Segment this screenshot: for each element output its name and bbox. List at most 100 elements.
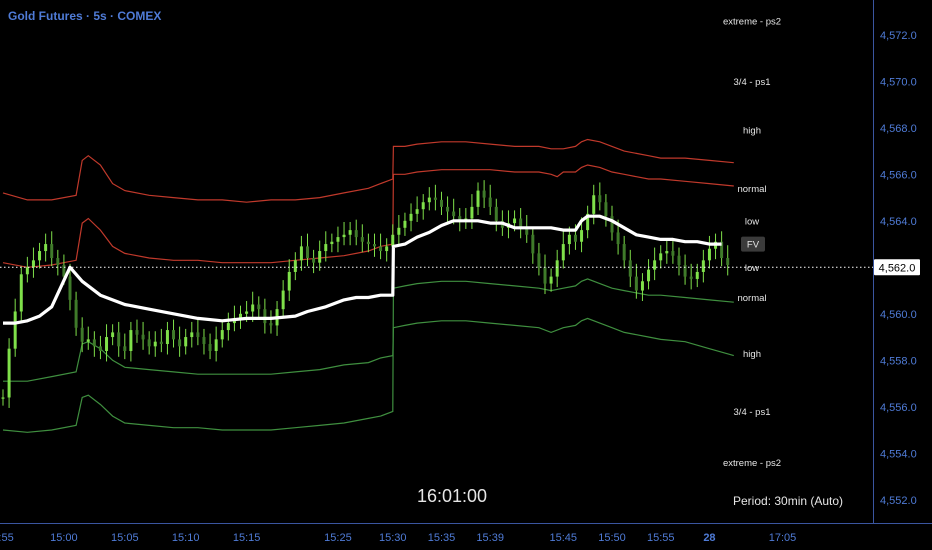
y-tick-label: 4,556.0 xyxy=(880,402,917,414)
x-tick-label: 15:55 xyxy=(647,532,675,544)
candle-body xyxy=(159,341,163,345)
candle-body xyxy=(202,337,206,345)
candle-body xyxy=(415,209,419,214)
candle-body xyxy=(628,260,632,277)
candle-body xyxy=(172,330,176,340)
x-tick-label: 4:55 xyxy=(0,532,14,544)
countdown-clock: 16:01:00 xyxy=(417,486,488,506)
candle-body xyxy=(257,304,261,310)
candle-body xyxy=(701,260,705,272)
band-label-7: high xyxy=(743,349,761,360)
candle-body xyxy=(293,260,297,272)
candle-body xyxy=(580,230,584,242)
candle-body xyxy=(135,330,139,335)
candle-body xyxy=(360,237,364,242)
candle-body xyxy=(306,246,309,259)
candle-body xyxy=(123,346,127,351)
candle-body xyxy=(366,241,370,245)
band-label-9: extreme - ps2 xyxy=(723,458,781,469)
candle-body xyxy=(56,258,60,265)
band-label-4: low xyxy=(745,216,759,227)
y-tick-label: 4,568.0 xyxy=(880,123,917,135)
candle-body xyxy=(561,244,565,261)
candle-body xyxy=(488,197,492,207)
candle-body xyxy=(330,241,334,245)
candle-body xyxy=(342,234,346,238)
candle-body xyxy=(409,213,413,221)
x-tick-label: 17:05 xyxy=(769,532,797,544)
band-label-5: low xyxy=(745,263,759,274)
candle-body xyxy=(671,251,675,256)
band-label-1: 3/4 - ps1 xyxy=(734,77,771,88)
candle-body xyxy=(653,260,657,270)
candle-body xyxy=(427,197,431,203)
chart-background xyxy=(0,0,932,550)
candle-body xyxy=(226,323,230,331)
candle-body xyxy=(336,237,340,242)
candle-body xyxy=(141,334,145,340)
fv-badge: FV xyxy=(741,236,765,252)
candle-body xyxy=(184,337,188,347)
candle-body xyxy=(220,330,224,340)
candle-body xyxy=(403,220,407,228)
x-tick-label: 15:50 xyxy=(598,532,626,544)
x-tick-label: 15:39 xyxy=(476,532,504,544)
y-tick-label: 4,558.0 xyxy=(880,355,917,367)
candle-body xyxy=(726,258,730,265)
last-price-badge: 4,562.0 xyxy=(874,259,920,276)
candle-body xyxy=(74,299,78,328)
candle-body xyxy=(98,346,102,351)
candle-body xyxy=(129,330,133,351)
x-tick-label: 15:10 xyxy=(172,532,200,544)
candle-body xyxy=(312,258,316,263)
candle-body xyxy=(68,276,72,300)
candle-body xyxy=(531,234,535,254)
candle-body xyxy=(421,202,425,210)
candle-body xyxy=(573,234,577,242)
candle-body xyxy=(385,246,389,252)
candle-body xyxy=(543,267,547,284)
band-label-0: extreme - ps2 xyxy=(723,16,781,27)
candle-body xyxy=(324,244,328,252)
candle-body xyxy=(38,251,42,261)
candle-body xyxy=(287,271,291,291)
x-tick-label: 15:25 xyxy=(324,532,352,544)
candle-body xyxy=(433,197,437,200)
candle-body xyxy=(622,244,626,261)
band-label-6: normal xyxy=(737,293,766,304)
candle-body xyxy=(482,190,486,198)
chart-title: Gold Futures · 5s · COMEX xyxy=(8,9,162,23)
period-label: Period: 30min (Auto) xyxy=(733,494,844,508)
candle-body xyxy=(251,304,255,312)
candle-body xyxy=(634,276,638,291)
candle-body xyxy=(50,244,54,259)
candle-body xyxy=(683,264,687,277)
x-tick-label: 15:35 xyxy=(428,532,456,544)
candle-body xyxy=(391,234,395,247)
y-tick-label: 4,564.0 xyxy=(880,216,917,228)
candle-body xyxy=(707,248,711,261)
candle-body xyxy=(105,337,109,351)
y-tick-label: 4,554.0 xyxy=(880,448,917,460)
x-tick-label: 15:00 xyxy=(50,532,78,544)
candle-body xyxy=(19,274,23,312)
candle-body xyxy=(567,234,571,245)
candle-body xyxy=(31,260,35,268)
candle-body xyxy=(470,206,474,219)
candle-body xyxy=(92,339,96,347)
y-tick-label: 4,560.0 xyxy=(880,309,917,321)
candle-body xyxy=(269,323,273,326)
candle-body xyxy=(196,332,200,338)
candle-body xyxy=(245,311,249,314)
candle-body xyxy=(354,230,358,238)
candle-body xyxy=(190,332,194,338)
candle-body xyxy=(476,190,480,207)
price-chart[interactable]: extreme - ps2 3/4 - ps1 high normal low low no… xyxy=(0,0,932,550)
y-tick-label: 4,572.0 xyxy=(880,30,917,42)
candle-body xyxy=(677,255,681,265)
candle-body xyxy=(86,339,90,342)
candle-body xyxy=(640,281,644,291)
candle-body xyxy=(665,251,669,254)
x-tick-label: 15:05 xyxy=(111,532,139,544)
candle-body xyxy=(555,260,559,277)
